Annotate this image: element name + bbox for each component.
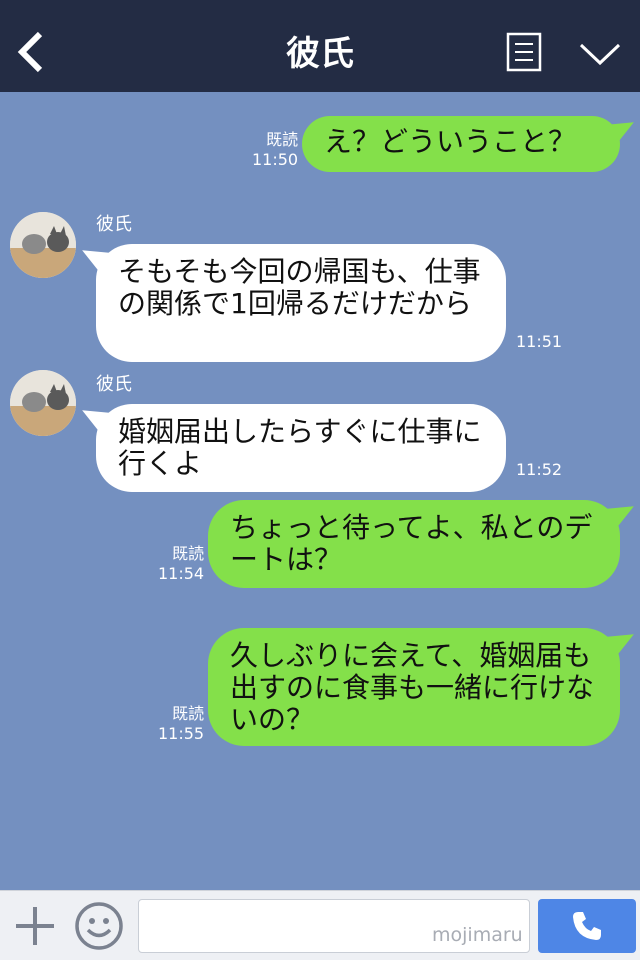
- avatar[interactable]: [10, 370, 76, 436]
- message-time: 11:50: [252, 150, 299, 169]
- chat-area[interactable]: 既読 11:50 え？どういうこと？ 彼氏 そもそも今回の帰国も、仕事の関係で1…: [0, 92, 640, 890]
- message-bubble-incoming[interactable]: そもそも今回の帰国も、仕事の関係で1回帰るだけだから: [96, 244, 506, 362]
- sender-name: 彼氏: [96, 214, 132, 235]
- chat-title: 彼氏: [286, 34, 354, 74]
- message-meta: 既読 11:55: [158, 704, 204, 744]
- avatar[interactable]: [10, 212, 76, 278]
- input-bar: [0, 890, 640, 960]
- menu-toggle-button[interactable]: [578, 40, 622, 68]
- message-bubble-outgoing[interactable]: え？どういうこと？: [302, 116, 620, 172]
- message-time: 11:54: [158, 564, 205, 583]
- read-receipt: 既読: [172, 544, 205, 563]
- plus-icon: [16, 907, 54, 945]
- message-bubble-outgoing[interactable]: ちょっと待ってよ、私とのデートは？: [208, 500, 620, 588]
- emoji-button[interactable]: [74, 901, 124, 951]
- watermark-text: mojimaru: [432, 924, 523, 946]
- message-meta: 既読 11:54: [158, 544, 204, 584]
- notes-icon: [506, 32, 542, 72]
- cat-avatar-icon: [10, 370, 76, 436]
- smiley-icon: [75, 902, 123, 950]
- read-receipt: 既読: [172, 704, 205, 723]
- chevron-down-icon: [579, 43, 621, 66]
- message-bubble-incoming[interactable]: 婚姻届出したらすぐに仕事に行くよ: [96, 404, 506, 492]
- sender-name: 彼氏: [96, 374, 132, 395]
- phone-icon: [573, 912, 601, 940]
- add-button[interactable]: [14, 905, 56, 947]
- chat-header: 彼氏: [0, 0, 640, 92]
- message-bubble-outgoing[interactable]: 久しぶりに会えて、婚姻届も出すのに食事も一緒に行けないの？: [208, 628, 620, 746]
- message-meta: 既読 11:50: [252, 130, 298, 170]
- notes-button[interactable]: [506, 32, 542, 72]
- message-time: 11:55: [158, 724, 205, 743]
- message-time: 11:52: [516, 460, 563, 479]
- message-time: 11:51: [516, 332, 563, 351]
- read-receipt: 既読: [266, 130, 299, 149]
- cat-avatar-icon: [10, 212, 76, 278]
- call-button[interactable]: [538, 899, 636, 953]
